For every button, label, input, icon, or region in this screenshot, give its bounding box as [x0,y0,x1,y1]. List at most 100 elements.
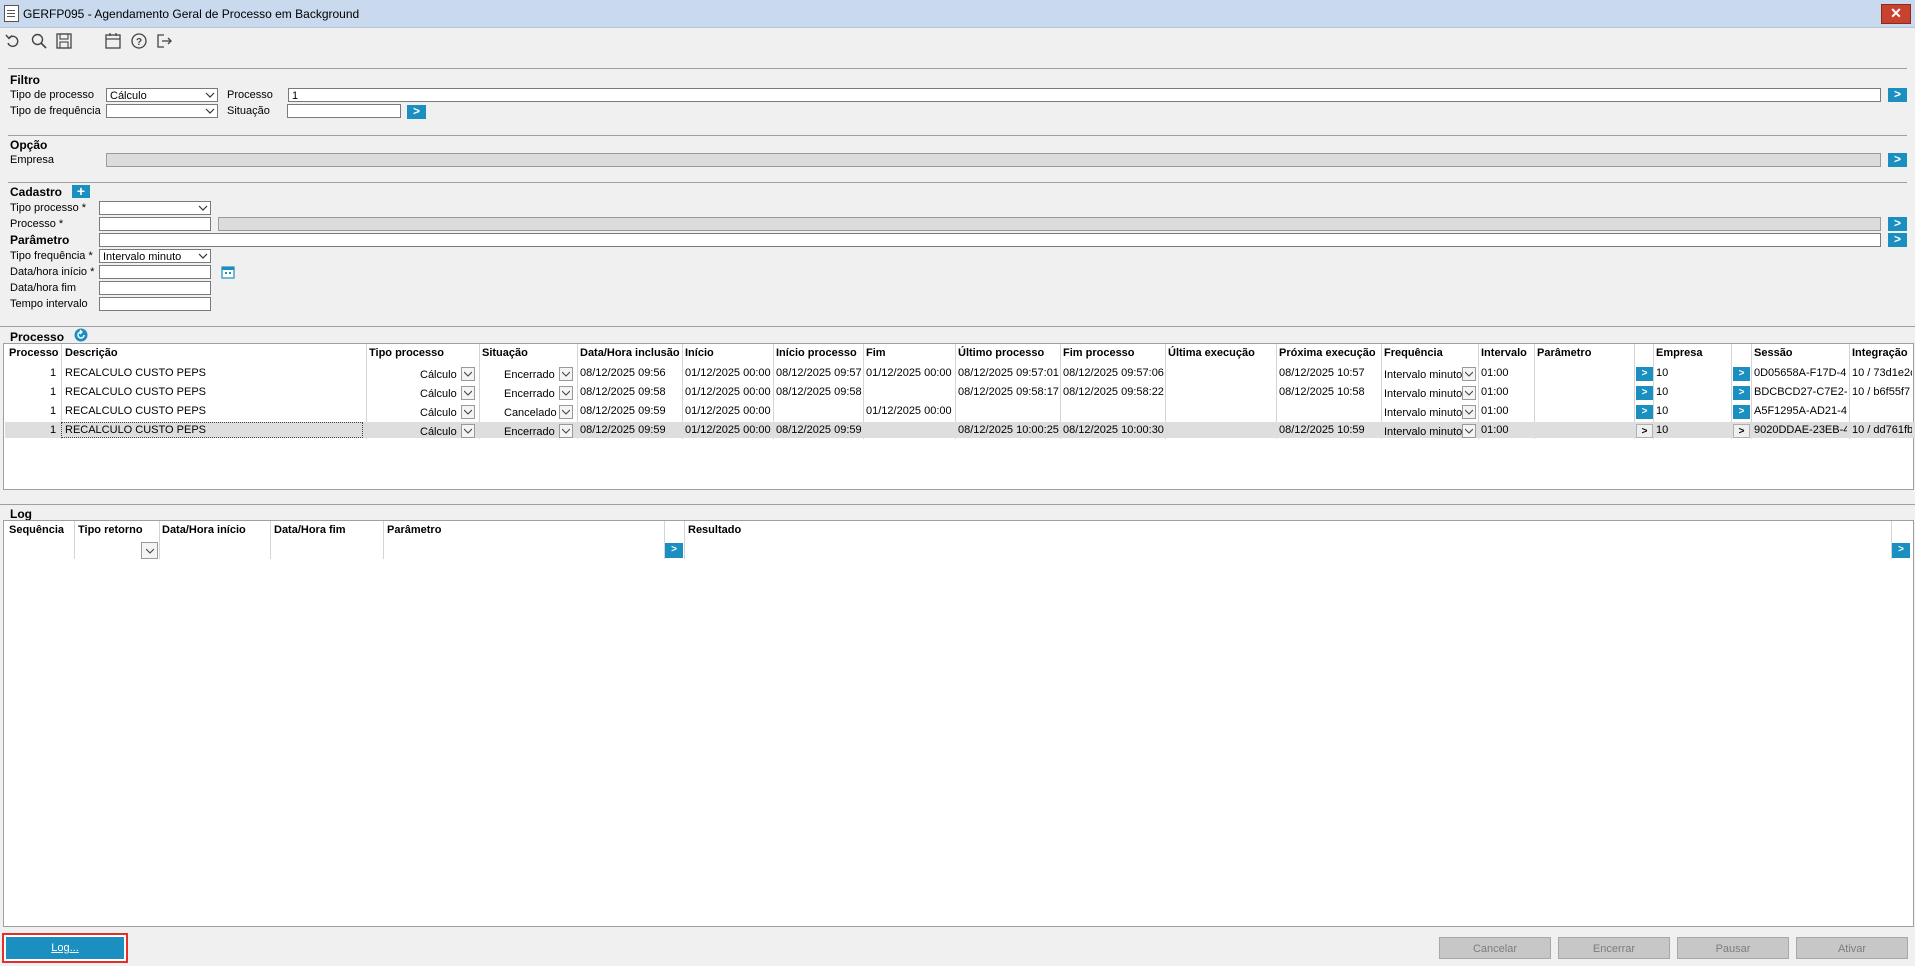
situacao-input[interactable] [287,104,401,118]
col-frequencia[interactable]: Frequência [1384,347,1443,359]
col-integracao[interactable]: Integração [1852,347,1908,359]
add-button[interactable]: + [72,184,90,198]
col-descricao[interactable]: Descrição [65,347,118,359]
log-resultado-button[interactable]: > [1892,543,1910,558]
situacao-dropdown[interactable] [559,405,573,419]
log-button[interactable]: Log... [6,937,124,959]
col-empresa[interactable]: Empresa [1656,347,1702,359]
log-button-highlight[interactable]: Log... [2,933,128,963]
col-data-inclusao[interactable]: Data/Hora inclusão [580,347,680,359]
empresa-search-button[interactable]: > [1888,153,1907,167]
tipo-processo-select[interactable]: Cálculo [106,88,218,102]
divider [8,182,1907,183]
refresh-icon[interactable] [74,328,88,342]
filtro-apply-button[interactable]: > [407,105,426,119]
calendar-icon[interactable] [104,32,122,50]
situacao-label: Situação [227,105,270,117]
data-fim-input[interactable] [99,281,211,295]
cell-inclusao: 08/12/2025 09:59 [580,405,666,417]
col-resultado[interactable]: Resultado [688,524,741,536]
col-situacao[interactable]: Situação [482,347,528,359]
col-tipo-processo[interactable]: Tipo processo [369,347,444,359]
encerrar-button[interactable]: Encerrar [1558,937,1670,959]
cell-fim: 01/12/2025 00:00 [866,405,952,417]
cad-tipo-processo-select[interactable] [99,201,211,215]
tipo-dropdown[interactable] [461,424,475,438]
parametro-button[interactable]: > [1888,233,1907,247]
situacao-dropdown[interactable] [559,367,573,381]
empresa-button[interactable]: > [1733,405,1750,419]
col-fim[interactable]: Fim [866,347,886,359]
exit-icon[interactable] [155,32,173,50]
frequencia-dropdown[interactable] [1462,405,1476,419]
col-sequencia[interactable]: Sequência [9,524,64,536]
col-data-hora-inicio[interactable]: Data/Hora início [162,524,246,536]
pausar-button[interactable]: Pausar [1677,937,1789,959]
col-tipo-retorno[interactable]: Tipo retorno [78,524,143,536]
frequencia-dropdown[interactable] [1462,424,1476,438]
col-inicio-processo[interactable]: Início processo [776,347,857,359]
col-separator [383,521,384,559]
tempo-intervalo-input[interactable] [99,297,211,311]
cad-processo-input[interactable] [99,217,211,231]
situacao-dropdown[interactable] [559,424,573,438]
col-proxima-execucao[interactable]: Próxima execução [1279,347,1376,359]
cell-integracao: 10 / 73d1e2c [1852,367,1912,379]
cell-fim-processo: 08/12/2025 09:58:22 [1063,386,1164,398]
cad-processo-search-button[interactable]: > [1888,217,1907,231]
save-icon[interactable] [55,32,73,50]
tipo-dropdown[interactable] [461,405,475,419]
window-title: GERFP095 - Agendamento Geral de Processo… [23,7,360,21]
frequencia-dropdown[interactable] [1462,386,1476,400]
col-separator [270,521,271,559]
close-button[interactable]: ✕ [1881,4,1911,24]
processo-input[interactable]: 1 [288,88,1881,102]
empresa-button[interactable]: > [1733,367,1750,381]
parametro-button[interactable]: > [1636,405,1653,419]
cell-ultimo-processo: 08/12/2025 09:58:17 [958,386,1059,398]
empresa-button[interactable]: > [1733,386,1750,400]
cad-tipo-processo-label: Tipo processo * [10,202,87,214]
col-ultimo-processo[interactable]: Último processo [958,347,1044,359]
cad-tipo-frequencia-select[interactable]: Intervalo minuto [99,249,211,263]
situacao-dropdown[interactable] [559,386,573,400]
data-inicio-label: Data/hora início * [10,266,95,278]
undo-icon[interactable] [4,32,22,50]
col-parametro[interactable]: Parâmetro [387,524,441,536]
cad-tipo-frequencia-label: Tipo frequência * [10,250,93,262]
chevron-down-icon [205,108,215,114]
tipo-retorno-dropdown[interactable] [141,542,158,559]
col-processo[interactable]: Processo [9,347,59,359]
cell-inicio: 01/12/2025 00:00 [685,405,771,417]
cell-frequencia: Intervalo minuto [1384,369,1463,381]
frequencia-dropdown[interactable] [1462,367,1476,381]
col-fim-processo[interactable]: Fim processo [1063,347,1135,359]
chevron-down-icon [464,371,472,377]
help-icon[interactable]: ? [130,32,148,50]
parametro-input[interactable] [99,233,1881,247]
calendar-icon[interactable] [221,265,235,279]
ativar-button[interactable]: Ativar [1796,937,1908,959]
tipo-frequencia-select[interactable] [106,104,218,118]
processo-search-button[interactable]: > [1888,88,1907,102]
col-intervalo[interactable]: Intervalo [1481,347,1527,359]
search-icon[interactable] [30,32,48,50]
col-inicio[interactable]: Início [685,347,714,359]
empresa-input[interactable] [106,153,1881,167]
tipo-dropdown[interactable] [461,386,475,400]
cancelar-button[interactable]: Cancelar [1439,937,1551,959]
cell-inclusao: 08/12/2025 09:59 [580,424,666,436]
col-data-hora-fim[interactable]: Data/Hora fim [274,524,346,536]
col-ultima-execucao[interactable]: Última execução [1168,347,1255,359]
tipo-dropdown[interactable] [461,367,475,381]
parametro-button[interactable]: > [1636,386,1653,400]
data-inicio-input[interactable] [99,265,211,279]
divider [0,326,1915,327]
empresa-button[interactable]: > [1733,424,1750,438]
parametro-button[interactable]: > [1636,367,1653,381]
col-sessao[interactable]: Sessão [1754,347,1793,359]
parametro-button[interactable]: > [1636,424,1653,438]
cell-sessao: 9020DDAE-23EB-4C [1754,424,1847,436]
log-parametro-button[interactable]: > [665,543,683,558]
col-parametro[interactable]: Parâmetro [1537,347,1591,359]
